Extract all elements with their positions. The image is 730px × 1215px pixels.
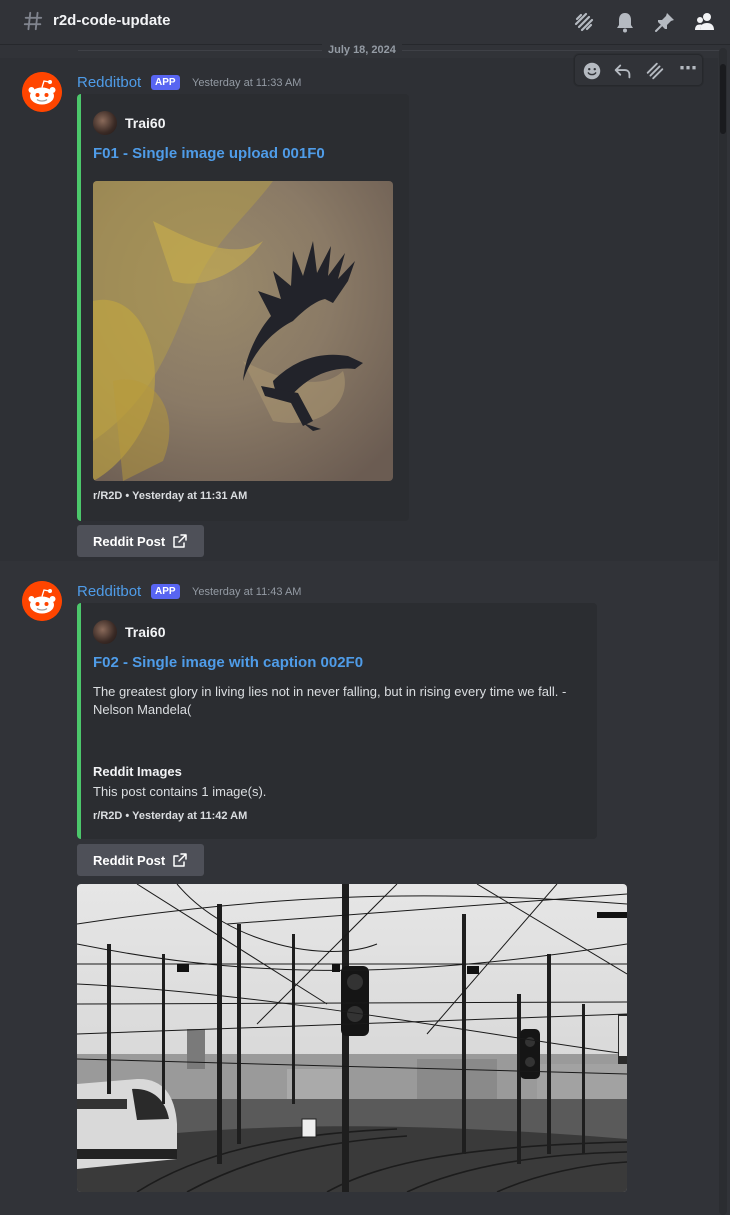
embed-footer: r/R2D • Yesterday at 11:42 AM [93,810,248,822]
embed-author[interactable]: Trai60 [125,115,165,131]
crow-painting-image [93,181,393,481]
reddit-post-button[interactable]: Reddit Post [77,844,204,876]
embed-field-value: This post contains 1 image(s). [93,784,267,799]
railway-photo-image [77,884,627,1192]
embed-author[interactable]: Trai60 [125,624,165,640]
message-toolbar: ⋯ [574,54,703,86]
reddit-post-button-label: Reddit Post [93,533,166,549]
create-thread-icon[interactable] [644,60,666,82]
reddit-embed: Trai60 F01 - Single image upload 001F0 r… [77,94,409,521]
add-reaction-icon[interactable] [581,60,603,82]
members-icon[interactable] [693,10,717,34]
embed-title[interactable]: F02 - Single image with caption 002F0 [93,654,363,671]
bell-icon[interactable] [613,10,637,34]
scrollbar-track[interactable] [719,48,727,1215]
channel-header: r2d-code-update [0,0,730,45]
external-link-icon [173,853,187,867]
pin-icon[interactable] [653,10,677,34]
embed-title[interactable]: F01 - Single image upload 001F0 [93,145,325,162]
message-timestamp: Yesterday at 11:43 AM [192,586,302,598]
embed-field-name: Reddit Images [93,764,182,779]
message-author[interactable]: Redditbot [77,74,141,91]
reddit-snoo-icon [22,72,62,112]
avatar[interactable] [22,581,62,621]
attached-image[interactable] [77,884,627,1192]
reddit-post-button[interactable]: Reddit Post [77,525,204,557]
date-divider: July 18, 2024 [322,44,402,56]
more-icon[interactable]: ⋯ [679,58,697,79]
channel-name: r2d-code-update [53,12,171,29]
avatar[interactable] [22,72,62,112]
app-badge: APP [151,75,180,90]
embed-image[interactable] [93,181,393,481]
app-badge: APP [151,584,180,599]
reddit-post-button-label: Reddit Post [93,852,166,868]
reddit-snoo-icon [22,581,62,621]
hash-icon [23,11,43,31]
reddit-embed: Trai60 F02 - Single image with caption 0… [77,603,597,839]
embed-description: The greatest glory in living lies not in… [93,684,567,717]
reply-icon[interactable] [612,60,634,82]
message-author[interactable]: Redditbot [77,583,141,600]
scrollbar-thumb[interactable] [720,64,726,134]
message-timestamp: Yesterday at 11:33 AM [192,77,302,89]
embed-footer: r/R2D • Yesterday at 11:31 AM [93,490,248,502]
threads-icon[interactable] [572,10,596,34]
embed-author-avatar [93,620,117,644]
external-link-icon [173,534,187,548]
embed-author-avatar [93,111,117,135]
